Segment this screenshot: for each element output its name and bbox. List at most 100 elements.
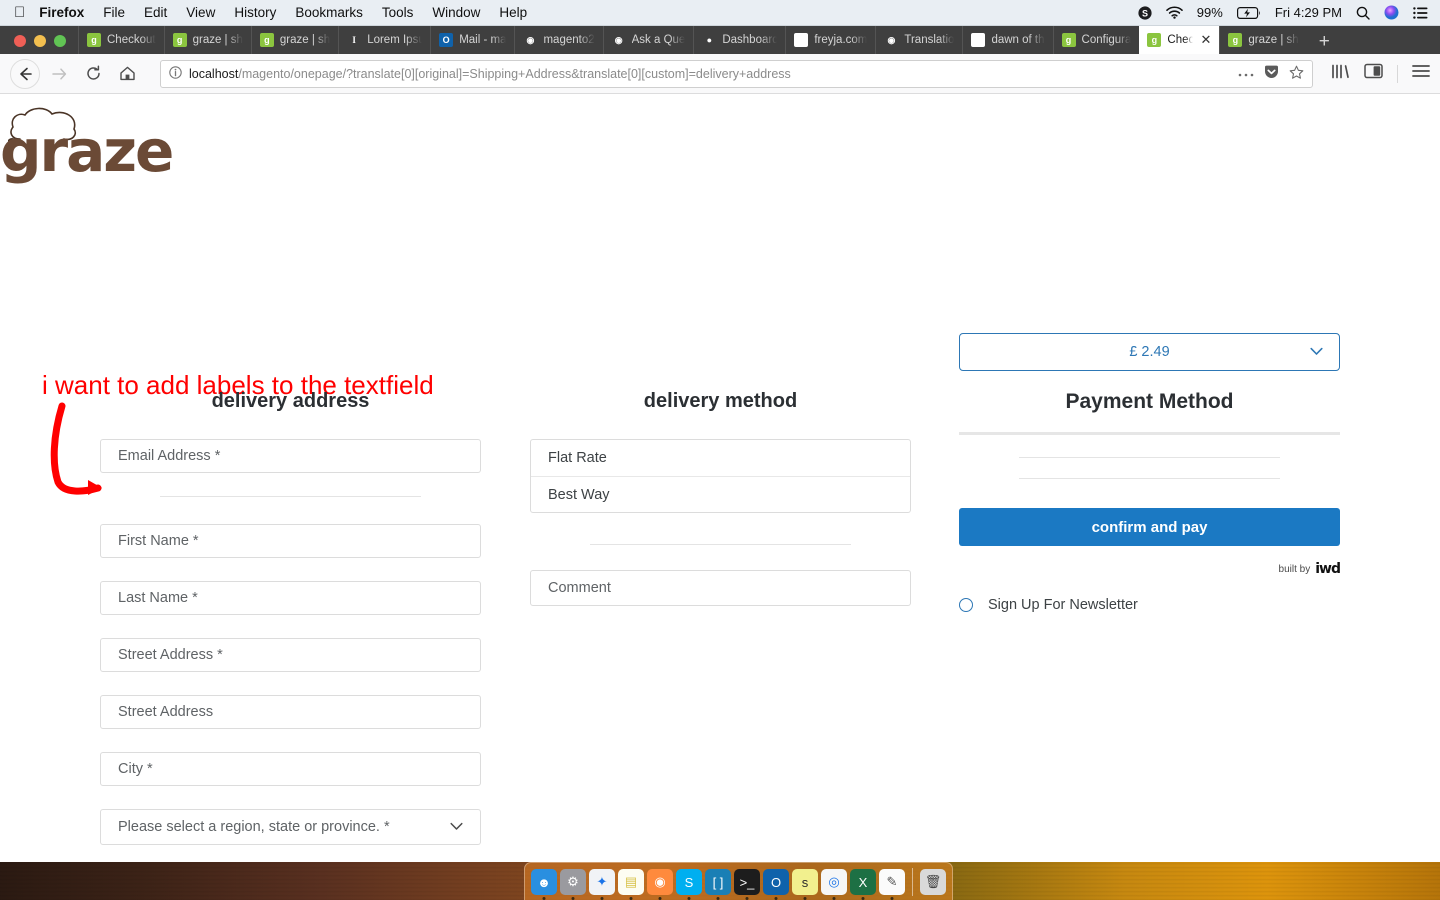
tab-dashboard[interactable]: ● Dashboard bbox=[693, 26, 785, 54]
tab-graze-3[interactable]: g graze | sh bbox=[1219, 26, 1306, 54]
menu-item-file[interactable]: File bbox=[103, 5, 125, 20]
dock-item-finder[interactable]: ☻ bbox=[531, 869, 557, 900]
delivery-address-column: delivery address Email Address * First N… bbox=[100, 390, 481, 860]
zoom-window-button[interactable] bbox=[54, 35, 66, 47]
iwd-logo: iwd bbox=[1315, 561, 1341, 577]
menu-item-view[interactable]: View bbox=[186, 5, 215, 20]
page-content: graze i want to add labels to the textfi… bbox=[0, 94, 1440, 860]
price-select[interactable]: £ 2.49 bbox=[959, 333, 1340, 371]
close-window-button[interactable] bbox=[14, 35, 26, 47]
page-info-icon[interactable] bbox=[169, 65, 182, 82]
dock-item-safari[interactable]: ✦ bbox=[589, 869, 615, 900]
new-tab-button[interactable]: + bbox=[1307, 32, 1342, 54]
tab-checkout-active[interactable]: g Checkout ✕ bbox=[1139, 26, 1220, 54]
tab-configuration[interactable]: g Configura bbox=[1052, 26, 1140, 54]
price-select-value: £ 2.49 bbox=[1129, 344, 1170, 360]
shipping-option-best-way[interactable]: Best Way bbox=[531, 476, 910, 512]
dock-item-evernote[interactable]: s bbox=[792, 869, 818, 900]
menu-item-bookmarks[interactable]: Bookmarks bbox=[295, 5, 363, 20]
control-center-icon[interactable] bbox=[1413, 6, 1428, 19]
url-bar[interactable]: localhost/magento/onepage/?translate[0][… bbox=[160, 59, 1313, 88]
menu-item-firefox[interactable]: Firefox bbox=[39, 5, 84, 20]
dock-item-notes[interactable]: ▤ bbox=[618, 869, 644, 900]
tab-label: magento2 bbox=[543, 34, 595, 46]
magento-favicon: g bbox=[87, 33, 101, 47]
spotlight-search-icon[interactable] bbox=[1356, 6, 1370, 20]
brand-wordmark: graze bbox=[0, 117, 174, 185]
dock-item-brackets[interactable]: [ ] bbox=[705, 869, 731, 900]
street-address-1-field[interactable]: Street Address * bbox=[100, 638, 481, 672]
sidebar-icon[interactable] bbox=[1364, 63, 1383, 84]
skype-icon[interactable]: S bbox=[1138, 5, 1152, 20]
ellipsis-icon[interactable] bbox=[1238, 67, 1254, 81]
tab-ask-a-question[interactable]: ◉ Ask a Que bbox=[602, 26, 694, 54]
tab-lorem-ipsum[interactable]: I Lorem Ipsu bbox=[338, 26, 430, 54]
dock-divider bbox=[912, 868, 913, 896]
apple-icon[interactable]:  bbox=[14, 5, 25, 20]
payment-placeholder-line-1 bbox=[1019, 457, 1280, 458]
dock-item-trash[interactable]: 🗑 bbox=[920, 869, 946, 895]
tab-label: Lorem Ipsu bbox=[367, 34, 423, 46]
email-field[interactable]: Email Address * bbox=[100, 439, 481, 473]
menu-item-tools[interactable]: Tools bbox=[382, 5, 414, 20]
tab-list: g Checkout g graze | sh g graze | sh I Lorem… bbox=[78, 26, 1440, 54]
delivery-method-column: delivery method Flat Rate Best Way Comme… bbox=[530, 390, 911, 629]
tab-label: graze | sh bbox=[1248, 34, 1299, 46]
tab-mail[interactable]: O Mail - ma bbox=[430, 26, 514, 54]
wifi-icon[interactable] bbox=[1165, 6, 1183, 19]
tab-dawn-of-the[interactable]: Gdawn of th bbox=[962, 26, 1052, 54]
comment-field[interactable]: Comment bbox=[530, 570, 911, 606]
street-address-2-field[interactable]: Street Address bbox=[100, 695, 481, 729]
confirm-and-pay-button[interactable]: confirm and pay bbox=[959, 508, 1340, 546]
dock-item-textedit[interactable]: ✎ bbox=[879, 869, 905, 900]
screen:  Firefox File Edit View History Bookmar… bbox=[0, 0, 1440, 900]
menu-item-help[interactable]: Help bbox=[499, 5, 527, 20]
last-name-field[interactable]: Last Name * bbox=[100, 581, 481, 615]
battery-charging-icon[interactable] bbox=[1236, 6, 1261, 19]
menu-item-edit[interactable]: Edit bbox=[144, 5, 167, 20]
shipping-option-flat-rate[interactable]: Flat Rate bbox=[531, 440, 910, 476]
home-icon[interactable] bbox=[112, 59, 142, 89]
back-arrow-icon[interactable] bbox=[10, 58, 40, 89]
library-icon[interactable] bbox=[1331, 63, 1350, 85]
dock-item-system-preferences[interactable]: ⚙ bbox=[560, 869, 586, 900]
first-name-field[interactable]: First Name * bbox=[100, 524, 481, 558]
dock-item-excel[interactable]: X bbox=[850, 869, 876, 900]
dock-item-outlook[interactable]: O bbox=[763, 869, 789, 900]
forward-arrow-icon[interactable] bbox=[44, 59, 74, 89]
menu-item-window[interactable]: Window bbox=[432, 5, 480, 20]
tab-graze-1[interactable]: g graze | sh bbox=[163, 26, 251, 54]
reload-icon[interactable] bbox=[78, 59, 108, 89]
tab-label: Translatio bbox=[904, 34, 955, 46]
menu-item-history[interactable]: History bbox=[234, 5, 276, 20]
menu-bar-clock[interactable]: Fri 4:29 PM bbox=[1275, 5, 1342, 20]
pocket-icon[interactable] bbox=[1264, 65, 1279, 82]
dock-item-terminal[interactable]: >_ bbox=[734, 869, 760, 900]
tab-magento2[interactable]: ◉ magento2 bbox=[514, 26, 602, 54]
tab-graze-2[interactable]: g graze | sh bbox=[250, 26, 338, 54]
tab-label: Dashboard bbox=[722, 34, 778, 46]
newsletter-row[interactable]: Sign Up For Newsletter bbox=[959, 597, 1340, 613]
navigation-toolbar: localhost/magento/onepage/?translate[0][… bbox=[0, 54, 1440, 94]
region-select[interactable]: Please select a region, state or provinc… bbox=[100, 809, 481, 845]
graze-logo[interactable]: graze bbox=[0, 102, 174, 185]
dock-item-chrome[interactable]: ◎ bbox=[821, 869, 847, 900]
tab-checkout-1[interactable]: g Checkout bbox=[78, 26, 164, 54]
siri-icon[interactable] bbox=[1384, 5, 1399, 20]
newsletter-checkbox[interactable] bbox=[959, 598, 973, 612]
url-host: localhost bbox=[189, 66, 239, 81]
star-icon[interactable] bbox=[1289, 65, 1304, 83]
close-tab-button[interactable]: ✕ bbox=[1201, 32, 1212, 48]
hamburger-menu-icon[interactable] bbox=[1412, 64, 1430, 83]
minimize-window-button[interactable] bbox=[34, 35, 46, 47]
dock-item-firefox[interactable]: ◉ bbox=[647, 869, 673, 900]
city-field[interactable]: City * bbox=[100, 752, 481, 786]
tab-label: Checkout bbox=[1167, 34, 1193, 46]
tab-label: Checkout bbox=[107, 34, 156, 46]
tab-label: graze | sh bbox=[279, 34, 331, 46]
dock-item-skype[interactable]: S bbox=[676, 869, 702, 900]
email-field-placeholder: Email Address * bbox=[118, 448, 221, 464]
tab-freyja[interactable]: f freyja.com bbox=[785, 26, 875, 54]
built-by-credit: built by iwd bbox=[959, 561, 1341, 577]
tab-translation[interactable]: ◉ Translatio bbox=[875, 26, 962, 54]
